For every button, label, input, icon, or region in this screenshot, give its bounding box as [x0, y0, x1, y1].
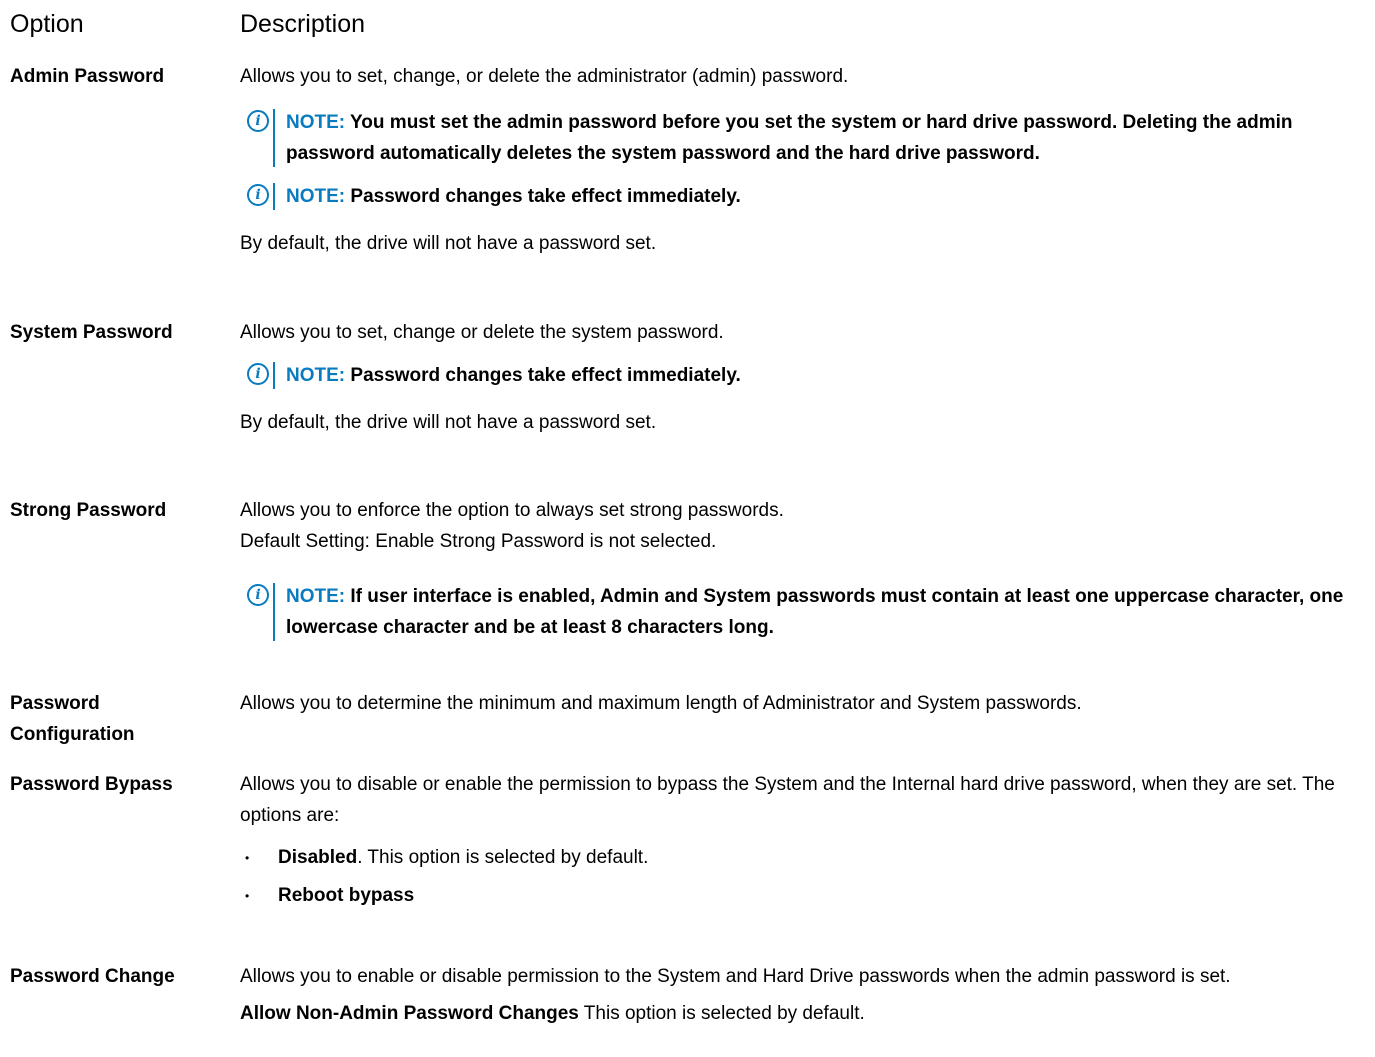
row-text: Allows you to disable or enable the perm…	[240, 774, 1335, 826]
default-option-detail: This option is selected by default.	[578, 1003, 865, 1024]
row-default: Allow Non-Admin Password Changes This op…	[240, 998, 1365, 1029]
table-header: Option Description	[10, 10, 1365, 44]
row-description: Allows you to enforce the option to alwa…	[240, 495, 1365, 643]
default-option-name: Allow Non-Admin Password Changes	[240, 1003, 579, 1024]
note-text: If user interface is enabled, Admin and …	[286, 586, 1344, 638]
option-name: Disabled	[278, 847, 358, 868]
header-description: Description	[240, 10, 366, 38]
option-name: Reboot bypass	[278, 885, 415, 906]
note-divider	[273, 109, 275, 167]
list-item: • Disabled. This option is selected by d…	[240, 839, 1365, 877]
note-keyword: NOTE:	[286, 586, 346, 607]
row-description: Allows you to set, change or delete the …	[240, 317, 1365, 438]
note-divider	[273, 183, 275, 210]
note-box: i NOTE: If user interface is enabled, Ad…	[240, 581, 1365, 643]
info-circle-icon: i	[247, 184, 269, 206]
bullet-dot-icon: •	[245, 889, 250, 903]
note-divider	[273, 362, 275, 389]
row-default: By default, the drive will not have a pa…	[240, 233, 657, 254]
bullet-dot-icon: •	[245, 851, 250, 865]
option-detail: . This option is selected by default.	[357, 847, 649, 868]
note-divider	[273, 583, 275, 641]
row-label: Password Change	[10, 966, 175, 987]
row-description: Allows you to set, change, or delete the…	[240, 61, 1365, 259]
row-label: Password Configuration	[10, 693, 135, 745]
row-label: Admin Password	[10, 66, 165, 87]
row-label: Strong Password	[10, 500, 167, 521]
option-list: • Disabled. This option is selected by d…	[240, 839, 1365, 915]
row-text: Allows you to set, change, or delete the…	[240, 66, 849, 87]
note-keyword: NOTE:	[286, 112, 346, 133]
row-description: Allows you to disable or enable the perm…	[240, 769, 1365, 915]
row-description: Allows you to enable or disable permissi…	[240, 961, 1365, 1029]
note-text: Password changes take effect immediately…	[350, 365, 741, 386]
note-text: Password changes take effect immediately…	[350, 186, 741, 207]
row-default: By default, the drive will not have a pa…	[240, 412, 657, 433]
row-label: Password Bypass	[10, 774, 173, 795]
note-box: i NOTE: You must set the admin password …	[240, 107, 1365, 169]
info-circle-icon: i	[247, 110, 269, 132]
row-text: Allows you to set, change or delete the …	[240, 322, 724, 343]
note-box: i NOTE: Password changes take effect imm…	[240, 181, 1365, 212]
row-text: Allows you to enforce the option to alwa…	[240, 500, 784, 521]
info-circle-icon: i	[247, 584, 269, 606]
row-default: Default Setting: Enable Strong Password …	[240, 531, 717, 552]
row-text: Allows you to enable or disable permissi…	[240, 966, 1231, 987]
row-description: Allows you to determine the minimum and …	[240, 688, 1365, 719]
info-circle-icon: i	[247, 363, 269, 385]
note-box: i NOTE: Password changes take effect imm…	[240, 360, 1365, 391]
note-keyword: NOTE:	[286, 365, 346, 386]
row-text: Allows you to determine the minimum and …	[240, 693, 1082, 714]
note-text: You must set the admin password before y…	[286, 112, 1293, 164]
list-item: • Reboot bypass	[240, 877, 1365, 915]
row-label: System Password	[10, 322, 173, 343]
note-keyword: NOTE:	[286, 186, 346, 207]
header-option: Option	[10, 10, 84, 38]
